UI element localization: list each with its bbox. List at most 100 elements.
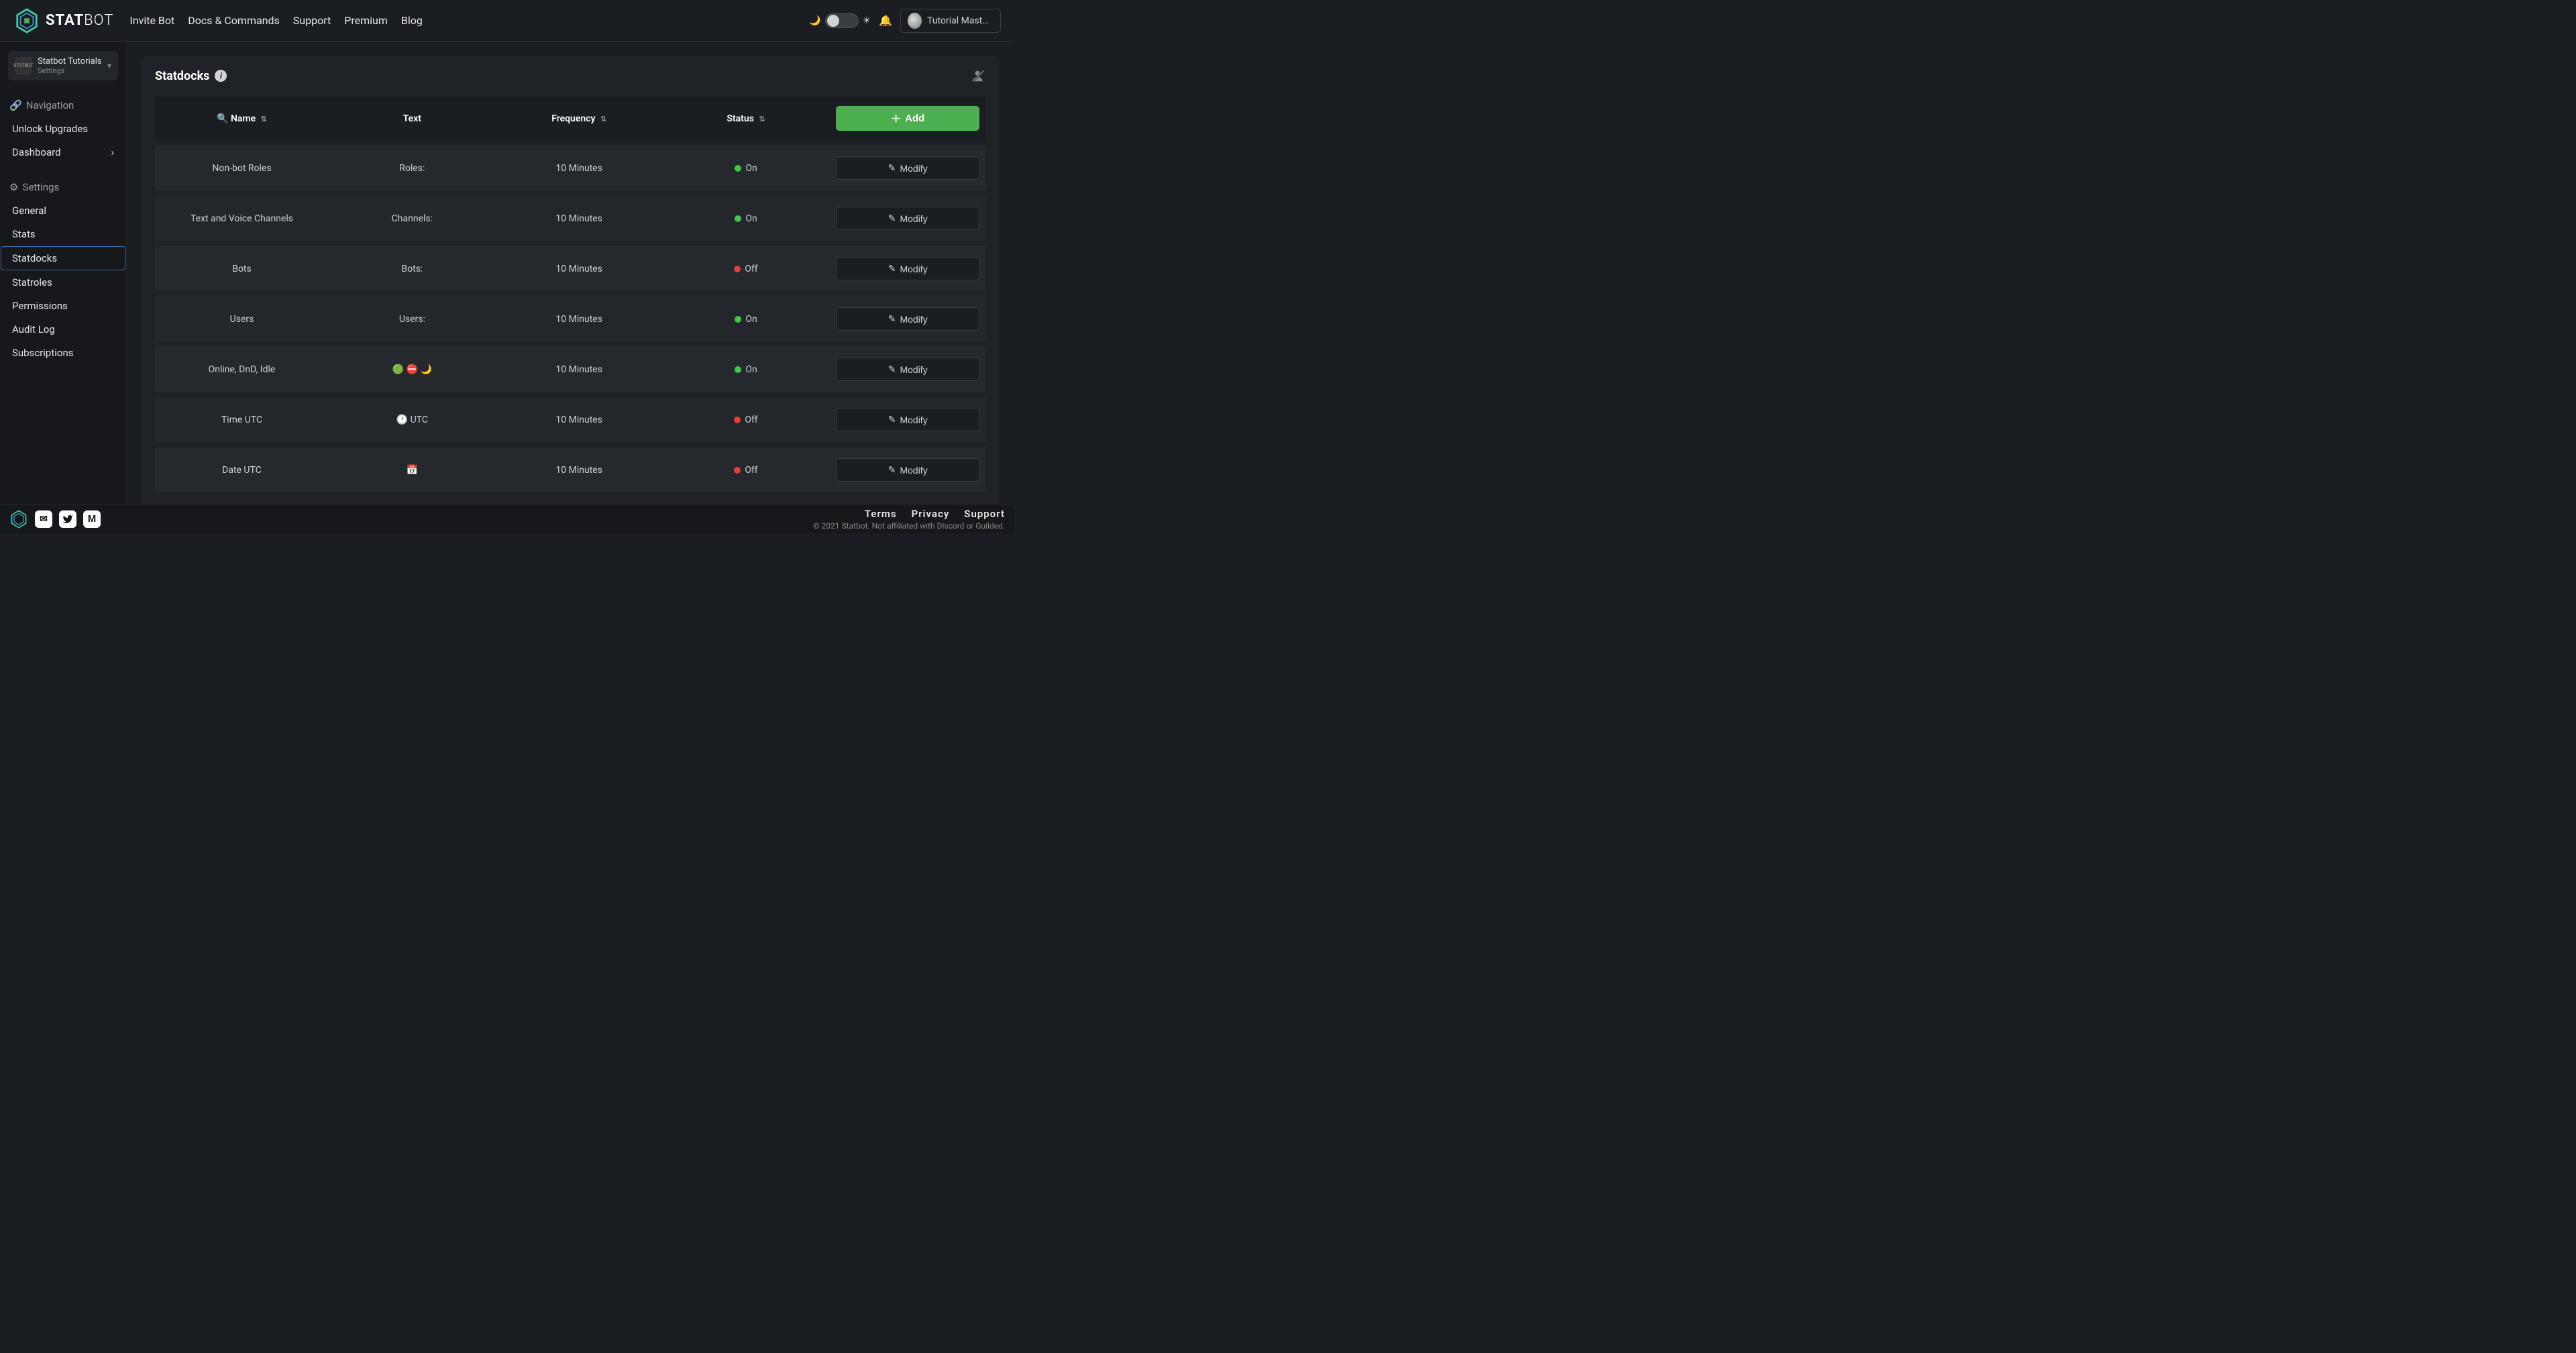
modify-button[interactable]: ✎Modify: [836, 307, 979, 331]
nav-invite-bot[interactable]: Invite Bot: [129, 14, 174, 27]
sidebar-item-permissions[interactable]: Permissions: [7, 294, 119, 317]
chevron-right-icon: ›: [111, 146, 114, 158]
status-dot-icon: [735, 215, 741, 222]
sidebar-item-stats[interactable]: Stats: [7, 223, 119, 246]
modify-button[interactable]: ✎Modify: [836, 408, 979, 431]
modify-button[interactable]: ✎Modify: [836, 207, 979, 230]
brand-text: STATBOT: [46, 12, 113, 29]
modify-button[interactable]: ✎Modify: [836, 156, 979, 180]
cell-status: On: [663, 193, 830, 243]
moon-icon: 🌙: [809, 15, 820, 26]
cell-action: ✎Modify: [829, 394, 986, 445]
edit-icon: ✎: [888, 364, 896, 375]
logo[interactable]: STATBOT: [13, 7, 113, 34]
navigation-heading: 🔗 Navigation: [7, 94, 119, 117]
cell-action: ✎Modify: [829, 243, 986, 294]
footer: ✉ M Terms Privacy Support © 2021 Statbot…: [0, 504, 1014, 533]
nav-support[interactable]: Support: [293, 14, 331, 27]
modify-button[interactable]: ✎Modify: [836, 358, 979, 381]
plus-icon: ＋: [891, 111, 901, 125]
cell-status: Off: [663, 243, 830, 294]
nav-premium[interactable]: Premium: [344, 14, 388, 27]
sidebar-item-general[interactable]: General: [7, 199, 119, 222]
table-row: BotsBots: 10 MinutesOff✎Modify: [155, 243, 986, 294]
user-menu[interactable]: Tutorial Master#…: [900, 9, 1001, 33]
theme-toggle[interactable]: 🌙 ☀: [809, 13, 871, 28]
cell-name: Text and Voice Channels: [155, 193, 329, 243]
cell-text: 📅: [329, 445, 496, 492]
sidebar-item-statroles[interactable]: Statroles: [7, 271, 119, 294]
status-dot-icon: [734, 467, 741, 474]
cell-name: Non-bot Roles: [155, 143, 329, 193]
sidebar: STATBOT Statbot Tutorials Settings ▾ 🔗 N…: [0, 42, 127, 504]
cell-status: On: [663, 344, 830, 394]
statdocks-panel: Statdocks i 🔍 Name ⇅ Text: [142, 56, 1000, 504]
cell-name: Time UTC: [155, 394, 329, 445]
edit-icon: ✎: [888, 162, 896, 174]
modify-button[interactable]: ✎Modify: [836, 257, 979, 280]
info-icon[interactable]: i: [215, 70, 227, 82]
edit-icon: ✎: [888, 313, 896, 325]
cell-freq: 10 Minutes: [496, 294, 663, 344]
server-thumb: STATBOT: [15, 57, 32, 74]
status-dot-icon: [735, 366, 741, 373]
cell-text: Users:: [329, 294, 496, 344]
theme-switch[interactable]: [825, 13, 859, 28]
edit-icon: ✎: [888, 464, 896, 476]
nav-links: Invite Bot Docs & Commands Support Premi…: [129, 14, 422, 27]
footer-privacy[interactable]: Privacy: [912, 508, 950, 520]
bell-icon[interactable]: 🔔: [879, 14, 892, 27]
sun-icon: ☀: [863, 15, 871, 26]
statdocks-table: 🔍 Name ⇅ Text Frequency ⇅ Status ⇅: [155, 97, 986, 492]
cell-text: 🕐 UTC: [329, 394, 496, 445]
modify-button[interactable]: ✎Modify: [836, 458, 979, 482]
cell-freq: 10 Minutes: [496, 445, 663, 492]
table-row: Non-bot RolesRoles: 10 MinutesOn✎Modify: [155, 143, 986, 193]
add-button[interactable]: ＋ Add: [836, 106, 979, 131]
sidebar-item-unlock-upgrades[interactable]: Unlock Upgrades: [7, 117, 119, 140]
cell-freq: 10 Minutes: [496, 193, 663, 243]
status-dot-icon: [735, 165, 741, 172]
user-off-icon[interactable]: [971, 68, 986, 83]
edit-icon: ✎: [888, 414, 896, 425]
cell-freq: 10 Minutes: [496, 344, 663, 394]
footer-terms[interactable]: Terms: [865, 508, 897, 520]
col-status[interactable]: Status ⇅: [663, 97, 830, 143]
table-row: UsersUsers: 10 MinutesOn✎Modify: [155, 294, 986, 344]
copyright: © 2021 Statbot. Not affiliated with Disc…: [813, 521, 1005, 531]
nav-blog[interactable]: Blog: [401, 14, 423, 27]
cell-status: Off: [663, 445, 830, 492]
sidebar-item-subscriptions[interactable]: Subscriptions: [7, 341, 119, 364]
gear-icon: ⚙: [9, 181, 18, 193]
username: Tutorial Master#…: [927, 15, 994, 26]
header: STATBOT Invite Bot Docs & Commands Suppo…: [0, 0, 1014, 42]
logo-icon: [13, 7, 40, 34]
email-icon[interactable]: ✉: [35, 510, 52, 528]
cell-name: Users: [155, 294, 329, 344]
cell-freq: 10 Minutes: [496, 243, 663, 294]
server-name: Statbot Tutorials: [38, 56, 102, 66]
edit-icon: ✎: [888, 213, 896, 224]
sidebar-item-audit-log[interactable]: Audit Log: [7, 318, 119, 341]
server-selector[interactable]: STATBOT Statbot Tutorials Settings ▾: [8, 51, 118, 80]
footer-support[interactable]: Support: [964, 508, 1005, 520]
col-name[interactable]: 🔍 Name ⇅: [155, 97, 329, 143]
sort-icon: ⇅: [600, 115, 606, 123]
twitter-icon[interactable]: [59, 510, 76, 528]
nav-docs[interactable]: Docs & Commands: [188, 14, 280, 27]
status-dot-icon: [734, 417, 741, 423]
sort-icon: ⇅: [261, 115, 267, 123]
cell-action: ✎Modify: [829, 143, 986, 193]
cell-action: ✎Modify: [829, 294, 986, 344]
sidebar-item-dashboard[interactable]: Dashboard ›: [7, 141, 119, 164]
cell-status: On: [663, 143, 830, 193]
sort-icon: ⇅: [759, 115, 765, 123]
medium-icon[interactable]: M: [83, 510, 101, 528]
header-right: 🌙 ☀ 🔔 Tutorial Master#…: [809, 9, 1001, 33]
cell-action: ✎Modify: [829, 344, 986, 394]
cell-status: Off: [663, 394, 830, 445]
sidebar-item-statdocks[interactable]: Statdocks: [1, 246, 125, 270]
col-frequency[interactable]: Frequency ⇅: [496, 97, 663, 143]
footer-logo-icon[interactable]: [9, 510, 28, 529]
avatar: [908, 13, 922, 29]
